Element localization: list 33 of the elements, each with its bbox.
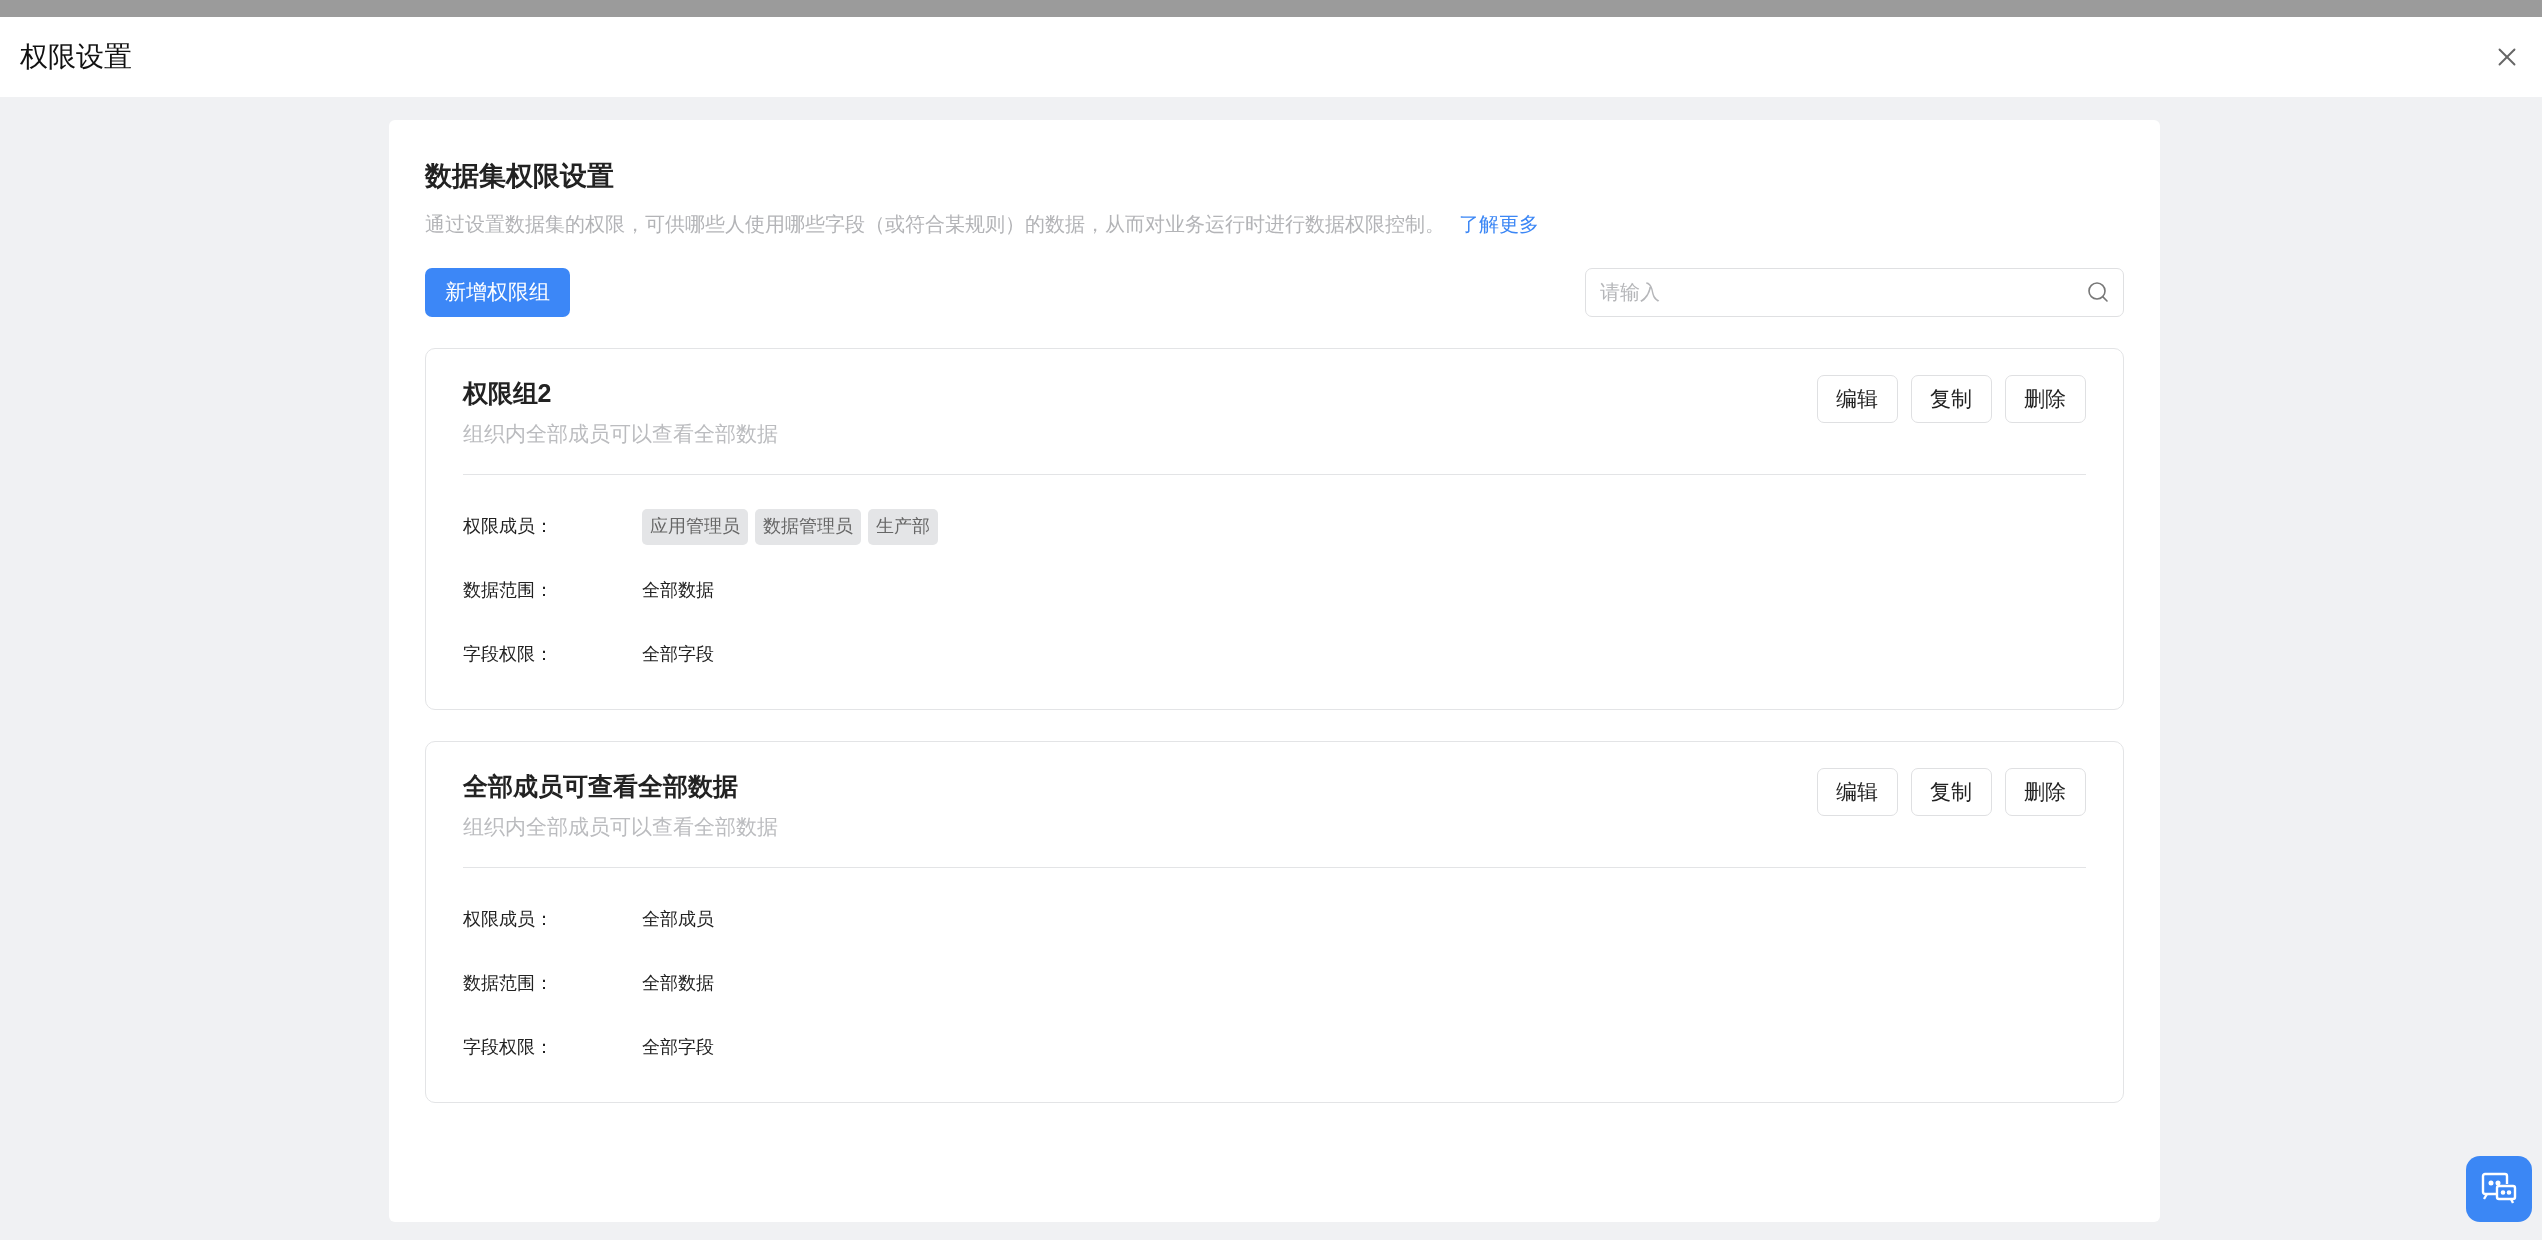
member-tag: 应用管理员 xyxy=(641,508,748,545)
field-value: 全部字段 xyxy=(641,1036,714,1059)
add-group-button[interactable]: 新增权限组 xyxy=(424,267,570,317)
field-label: 权限成员： xyxy=(462,515,554,538)
search-icon xyxy=(2085,279,2110,304)
member-tag: 生产部 xyxy=(867,508,938,545)
action-button[interactable]: 删除 xyxy=(2004,374,2086,423)
field-value: 全部数据 xyxy=(641,972,714,995)
action-button[interactable]: 复制 xyxy=(1910,767,1992,816)
panel-description: 通过设置数据集的权限，可供哪些人使用哪些字段（或符合某规则）的数据，从而对业务运行时进行数据权限控制。 xyxy=(424,211,1445,237)
group-title: 全部成员可查看全部数据 xyxy=(462,770,739,802)
learn-more-link[interactable]: 了解更多 xyxy=(1458,208,1539,239)
member-tag: 数据管理员 xyxy=(754,508,861,545)
dialog-title: 权限设置 xyxy=(20,40,132,74)
action-button[interactable]: 复制 xyxy=(1910,374,1992,423)
field-label: 数据范围： xyxy=(462,579,554,602)
search-field[interactable]: 请输入 xyxy=(1584,267,2124,317)
action-button[interactable]: 编辑 xyxy=(1816,767,1898,816)
field-value: 全部成员 xyxy=(641,908,714,931)
panel-title: 数据集权限设置 xyxy=(424,160,615,193)
field-label: 字段权限： xyxy=(462,643,554,666)
action-button[interactable]: 编辑 xyxy=(1816,374,1898,423)
action-button[interactable]: 删除 xyxy=(2004,767,2086,816)
field-label: 字段权限： xyxy=(462,1036,554,1059)
field-label: 权限成员： xyxy=(462,908,554,931)
chat-bubbles-icon xyxy=(2481,1172,2517,1206)
chat-button[interactable] xyxy=(2466,1156,2532,1222)
field-value: 全部数据 xyxy=(641,579,714,602)
group-description: 组织内全部成员可以查看全部数据 xyxy=(462,814,778,840)
group-description: 组织内全部成员可以查看全部数据 xyxy=(462,421,778,447)
field-value: 全部字段 xyxy=(641,643,714,666)
field-label: 数据范围： xyxy=(462,972,554,995)
group-title: 权限组2 xyxy=(462,377,553,409)
